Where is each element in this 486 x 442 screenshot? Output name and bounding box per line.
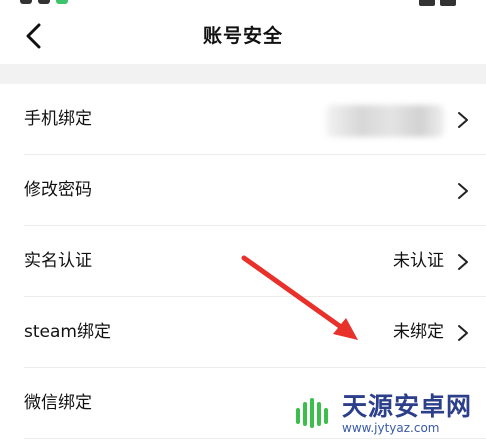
- row-label: 实名认证: [24, 251, 92, 271]
- settings-list: 手机绑定 修改密码 实名认证 未认证 steam绑定 未绑定 微信绑定: [0, 84, 486, 439]
- section-divider: [0, 64, 486, 84]
- row-wechat-binding[interactable]: 微信绑定: [0, 368, 486, 439]
- row-change-password[interactable]: 修改密码: [0, 155, 486, 226]
- status-icon: [20, 0, 32, 4]
- row-phone-binding[interactable]: 手机绑定: [0, 84, 486, 155]
- status-icon: [56, 0, 68, 4]
- status-icons-left: [20, 0, 68, 6]
- chevron-right-icon: [458, 183, 468, 199]
- status-bar: [0, 0, 486, 8]
- row-steam-binding[interactable]: steam绑定 未绑定: [0, 297, 486, 368]
- row-label: steam绑定: [24, 322, 111, 342]
- chevron-right-icon: [458, 254, 468, 270]
- back-button[interactable]: [18, 20, 50, 52]
- status-icon: [38, 0, 50, 4]
- chevron-left-icon: [26, 23, 41, 49]
- wifi-icon: [440, 0, 456, 6]
- status-icons-right: [419, 0, 456, 6]
- chevron-right-icon: [458, 325, 468, 341]
- signal-icon: [419, 0, 435, 6]
- page-title: 账号安全: [202, 25, 283, 47]
- row-status-value: 未认证: [393, 251, 444, 271]
- chevron-right-icon: [458, 112, 468, 128]
- row-status-value: 未绑定: [393, 322, 444, 342]
- nav-bar: 账号安全: [0, 8, 486, 64]
- row-label: 修改密码: [24, 180, 92, 200]
- row-label: 手机绑定: [24, 109, 92, 129]
- row-label: 微信绑定: [24, 393, 92, 413]
- row-real-name-verification[interactable]: 实名认证 未认证: [0, 226, 486, 297]
- phone-number-blurred: [326, 105, 444, 137]
